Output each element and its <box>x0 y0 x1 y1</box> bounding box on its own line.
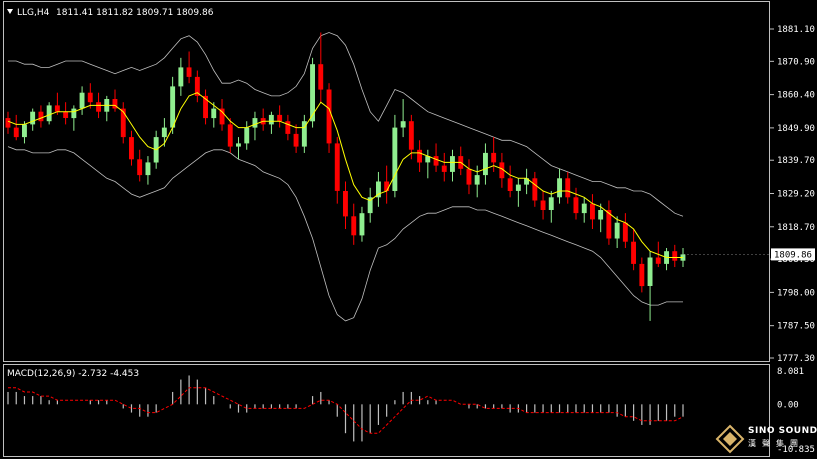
candle-body <box>672 251 678 261</box>
candle-body <box>647 257 653 286</box>
candle-body <box>87 92 93 103</box>
candle-body <box>400 121 406 128</box>
candle-body <box>277 114 283 122</box>
price-tick-label: 1829.20 <box>777 190 815 200</box>
candle-body <box>540 200 546 210</box>
candle-body <box>622 222 628 242</box>
candle-body <box>433 156 439 166</box>
candle-body <box>211 108 217 119</box>
candle-body <box>120 108 126 138</box>
candle-body <box>532 178 538 201</box>
price-tick-label: 1798.00 <box>777 288 815 298</box>
candle-body <box>507 178 513 191</box>
candle-body <box>38 111 44 122</box>
candle-body <box>79 92 85 109</box>
candle-body <box>161 127 167 138</box>
candle-body <box>5 118 11 128</box>
candle-body <box>565 178 571 198</box>
candle-body <box>343 191 348 217</box>
candle-body <box>639 263 645 287</box>
candle-body <box>631 241 636 264</box>
logo-diamond-icon <box>715 424 745 454</box>
candle-body <box>186 67 192 77</box>
price-tick-label: 1870.90 <box>777 57 815 67</box>
candle-body <box>326 89 332 144</box>
candle-body <box>293 133 299 147</box>
candle-body <box>359 213 365 236</box>
candle-body <box>244 127 250 144</box>
candle-body <box>590 203 595 220</box>
candle-body <box>515 184 521 191</box>
sino-sound-logo: SINO SOUND 漢聲集團 <box>715 424 817 456</box>
candle-body <box>548 197 554 210</box>
logo-subtitle: 漢聲集團 <box>748 439 804 448</box>
candle-body <box>13 127 19 138</box>
candle-body <box>466 168 472 185</box>
price-tick-label: 1849.90 <box>777 124 815 134</box>
candle-body <box>63 111 69 118</box>
candle-body <box>46 105 52 122</box>
chart-background <box>0 0 817 459</box>
candle-body <box>557 178 562 198</box>
candle-body <box>54 105 60 112</box>
candle-body <box>417 149 422 163</box>
candle-body <box>236 143 241 147</box>
candle-body <box>170 86 176 128</box>
candle-body <box>384 181 390 191</box>
logo-name: SINO SOUND <box>748 426 817 436</box>
candle-body <box>145 162 151 176</box>
candle-body <box>71 108 77 119</box>
candle-body <box>474 175 480 185</box>
candlestick-chart: LLG,H4 1811.41 1811.82 1809.71 1809.86 M… <box>0 0 817 459</box>
candle-body <box>655 257 661 264</box>
candle-body <box>22 124 27 138</box>
price-tick-label: 1860.40 <box>777 91 815 101</box>
price-tick-label: 1777.30 <box>777 354 815 364</box>
price-tick-label: 1839.70 <box>777 156 815 166</box>
candle-body <box>491 152 497 163</box>
candle-body <box>351 216 357 236</box>
candle <box>46 102 52 125</box>
price-tick-label: 1881.10 <box>777 25 815 35</box>
chart-ohlc: 1811.41 1811.82 1809.71 1809.86 <box>56 8 214 18</box>
macd-tick-label: 0.00 <box>777 400 799 410</box>
candle-body <box>598 210 604 220</box>
candle-body <box>129 137 134 160</box>
candle-body <box>252 118 258 128</box>
candle-body <box>178 67 184 87</box>
candle-body <box>450 156 455 172</box>
candle-body <box>581 203 587 214</box>
candle-body <box>30 111 36 125</box>
macd-header: MACD(12,26,9) -2.732 -4.453 <box>7 369 139 379</box>
price-tick-label: 1787.50 <box>777 322 815 332</box>
candle-body <box>334 143 340 191</box>
price-tick-label: 1818.70 <box>777 223 815 233</box>
macd-tick-label: 8.081 <box>777 367 804 377</box>
candle-body <box>483 152 488 176</box>
chart-symbol: LLG,H4 <box>17 8 50 18</box>
candle-body <box>408 121 414 150</box>
candle-body <box>573 197 579 214</box>
candle-body <box>268 114 274 125</box>
candle-body <box>441 165 447 172</box>
candle-body <box>227 124 233 147</box>
current-price-label: 1809.86 <box>774 250 812 260</box>
candle-body <box>285 121 291 134</box>
candle-body <box>137 159 143 176</box>
candle-body <box>614 222 620 239</box>
candle-body <box>96 102 101 112</box>
candle-body <box>392 127 398 191</box>
candle <box>326 83 332 153</box>
candle-body <box>318 64 324 90</box>
